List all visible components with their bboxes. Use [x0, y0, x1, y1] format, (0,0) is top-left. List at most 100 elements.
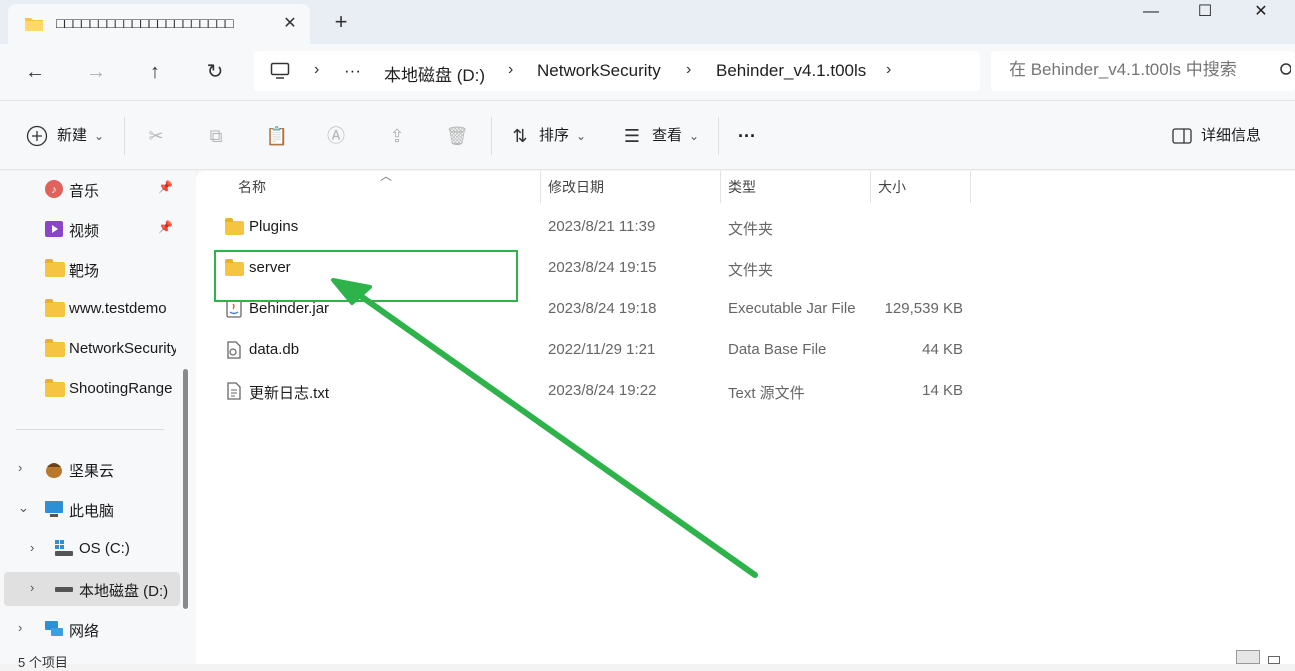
new-button[interactable]: 新建: [57, 123, 87, 149]
sidebar-item-label: OS (C:): [79, 540, 130, 557]
file-type: Text 源文件: [728, 385, 805, 402]
new-tab-button[interactable]: +: [326, 8, 356, 36]
new-plus-icon: [26, 125, 48, 147]
toolbar-divider: [124, 117, 125, 155]
search-input[interactable]: [1009, 60, 1269, 80]
db-file-icon: [227, 341, 241, 359]
paste-icon[interactable]: 📋: [264, 123, 290, 149]
chevron-down-icon: ⌄: [689, 129, 700, 143]
column-header-size[interactable]: 大小: [878, 177, 906, 197]
tab-close-icon[interactable]: ✕: [278, 12, 302, 36]
sidebar-item-drive-d[interactable]: › 本地磁盘 (D:): [4, 572, 180, 606]
breadcrumb-drive-d[interactable]: 本地磁盘 (D:): [384, 61, 485, 86]
nutstore-icon: [46, 463, 62, 478]
sidebar-item-label: 靶场: [69, 263, 100, 280]
file-modified: 2022/11/29 1:21: [548, 341, 656, 358]
file-size: 44 KB: [922, 341, 963, 358]
address-bar[interactable]: › ··· 本地磁盘 (D:) › NetworkSecurity › Behi…: [254, 51, 980, 91]
close-window-button[interactable]: ✕: [1238, 0, 1284, 28]
music-icon: ♪: [45, 180, 63, 198]
up-button[interactable]: ↑: [139, 56, 171, 88]
breadcrumb-separator: ›: [314, 61, 320, 78]
list-item[interactable]: 更新日志.txt 2023/8/24 19:22 Text 源文件 14 KB: [214, 371, 974, 411]
tab-title: □□□□□□□□□□□□□□□□□□□□□: [56, 15, 234, 31]
view-button[interactable]: 查看: [652, 123, 682, 149]
search-box[interactable]: [991, 51, 1295, 91]
sidebar-item-label: 本地磁盘 (D:): [79, 583, 169, 600]
toolbar-divider: [491, 117, 492, 155]
list-item[interactable]: Plugins 2023/8/21 11:39 文件夹: [214, 207, 974, 247]
tab-active[interactable]: □□□□□□□□□□□□□□□□□□□□□ ✕: [8, 4, 310, 44]
view-icon: ☰: [623, 126, 641, 146]
sidebar-item-testdemo[interactable]: www.testdemo: [0, 292, 176, 326]
sidebar-item-this-pc[interactable]: ⌄ 此电脑: [0, 492, 180, 526]
sidebar-item-label: 视频: [69, 223, 100, 240]
sidebar-item-label: ShootingRange: [69, 380, 173, 397]
file-modified: 2023/8/24 19:22: [548, 382, 657, 399]
svg-text:♪: ♪: [51, 184, 57, 196]
sidebar-item-drive-c[interactable]: › OS (C:): [0, 532, 180, 566]
sidebar-item-bachang[interactable]: 靶场: [0, 252, 180, 286]
sidebar-divider: [16, 429, 164, 430]
video-icon: [45, 221, 63, 237]
text-file-icon: [227, 382, 241, 400]
copy-icon[interactable]: ⧉: [203, 123, 229, 149]
file-modified: 2023/8/21 11:39: [548, 218, 656, 235]
search-icon: [1280, 63, 1291, 75]
java-jar-icon: [226, 300, 242, 318]
column-divider[interactable]: [970, 171, 971, 203]
maximize-button[interactable]: ☐: [1182, 0, 1228, 28]
chevron-right-icon[interactable]: ›: [18, 460, 22, 475]
folder-icon: [45, 379, 65, 397]
details-pane-icon: [1172, 128, 1192, 144]
list-item[interactable]: data.db 2022/11/29 1:21 Data Base File 4…: [214, 330, 974, 370]
sidebar-item-label: 坚果云: [69, 463, 115, 480]
toolbar-divider: [718, 117, 719, 155]
chevron-right-icon[interactable]: ›: [30, 580, 34, 595]
breadcrumb-separator: ›: [508, 61, 514, 78]
minimize-button[interactable]: —: [1128, 0, 1174, 28]
folder-icon: [225, 218, 244, 235]
details-view-icon[interactable]: [1236, 650, 1260, 664]
chevron-down-icon[interactable]: ⌄: [18, 500, 29, 516]
file-modified: 2023/8/24 19:15: [548, 259, 657, 276]
sidebar-item-network[interactable]: › 网络: [0, 612, 180, 646]
delete-icon[interactable]: 🗑: [444, 123, 470, 149]
breadcrumb-behinder[interactable]: Behinder_v4.1.t00ls: [716, 61, 866, 81]
sidebar-item-music[interactable]: ♪ 音乐 📌: [0, 172, 180, 206]
file-type: 文件夹: [728, 221, 774, 238]
refresh-button[interactable]: ↻: [199, 56, 231, 88]
cut-icon[interactable]: ✂: [143, 123, 169, 149]
sidebar-item-shootingrange[interactable]: ShootingRange: [0, 372, 176, 406]
breadcrumb-networksecurity[interactable]: NetworkSecurity: [537, 61, 661, 81]
back-button[interactable]: ←: [19, 56, 51, 88]
sidebar-scrollbar[interactable]: [183, 369, 188, 609]
column-divider[interactable]: [720, 171, 721, 203]
forward-button[interactable]: →: [80, 56, 112, 88]
breadcrumb-overflow[interactable]: ···: [344, 61, 361, 81]
sidebar-item-networksecurity[interactable]: NetworkSecurity: [0, 332, 176, 366]
sidebar-item-nutstore[interactable]: › 坚果云: [0, 452, 180, 486]
rename-icon[interactable]: Ⓐ: [323, 123, 349, 149]
sidebar-item-label: 音乐: [69, 183, 100, 200]
column-divider[interactable]: [870, 171, 871, 203]
file-type: Data Base File: [728, 341, 827, 358]
more-options-button[interactable]: ···: [738, 123, 756, 149]
chevron-right-icon[interactable]: ›: [30, 540, 34, 555]
details-button[interactable]: 详细信息: [1201, 123, 1261, 149]
column-header-modified[interactable]: 修改日期: [548, 177, 604, 197]
folder-icon: [45, 299, 65, 317]
file-list: 名称 ︿ 修改日期 类型 大小 Plugins 2023/8/21 11:39 …: [196, 171, 1295, 664]
sort-button[interactable]: 排序: [539, 123, 569, 149]
sidebar-item-video[interactable]: 视频 📌: [0, 212, 180, 246]
share-icon[interactable]: ⇪: [384, 123, 410, 149]
column-header-type[interactable]: 类型: [728, 177, 756, 197]
breadcrumb-separator: ›: [686, 61, 692, 78]
chevron-down-icon: ⌄: [576, 129, 587, 143]
chevron-right-icon[interactable]: ›: [18, 620, 22, 635]
item-count: 5 个项目: [18, 655, 68, 670]
sidebar-item-label: 此电脑: [69, 503, 115, 520]
column-divider[interactable]: [540, 171, 541, 203]
tiles-view-icon[interactable]: [1268, 656, 1280, 664]
column-header-name[interactable]: 名称: [238, 177, 266, 197]
